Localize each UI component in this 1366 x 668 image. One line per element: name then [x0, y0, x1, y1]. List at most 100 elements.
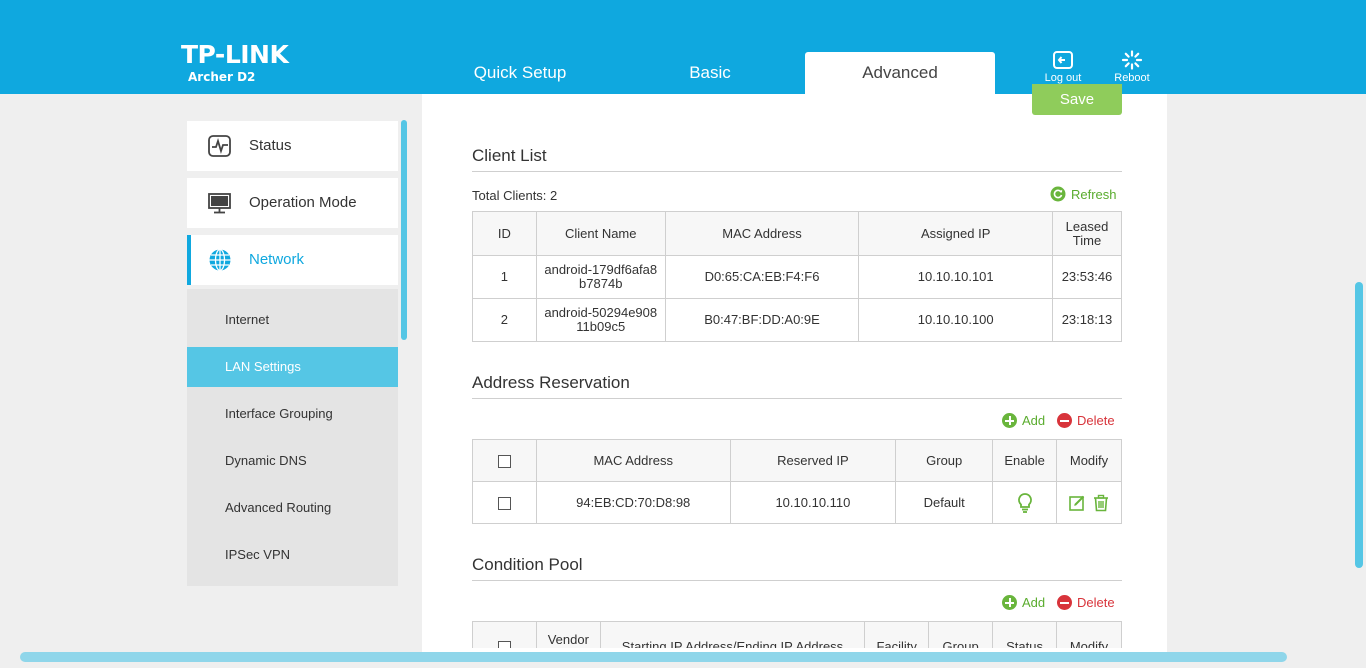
- reservation-table: MAC Address Reserved IP Group Enable Mod…: [472, 439, 1122, 524]
- monitor-icon: [208, 193, 231, 214]
- cell-lease: 23:53:46: [1052, 255, 1122, 299]
- reservation-add-button[interactable]: Add: [1002, 413, 1045, 428]
- add-label: Add: [1022, 413, 1046, 428]
- select-all-checkbox[interactable]: [497, 640, 511, 648]
- add-label: Add: [1022, 595, 1046, 610]
- submenu-ipsec-vpn[interactable]: IPSec VPN: [187, 535, 398, 575]
- total-clients: Total Clients: 2: [472, 188, 558, 203]
- table-header-row: ID Client Name MAC Address Assigned IP L…: [472, 211, 1122, 256]
- section-divider: [472, 171, 1122, 172]
- submenu-lan-settings[interactable]: LAN Settings: [187, 347, 398, 387]
- select-all-checkbox[interactable]: [497, 454, 511, 468]
- cell-group: Default: [895, 481, 994, 524]
- address-reservation-title: Address Reservation: [472, 373, 630, 392]
- lightbulb-icon[interactable]: [1017, 492, 1033, 514]
- logout-button[interactable]: Log out: [1038, 50, 1088, 84]
- col-group: Group: [928, 621, 994, 648]
- network-submenu: Internet LAN Settings Interface Grouping…: [187, 289, 398, 586]
- sidebar-item-status[interactable]: Status: [187, 121, 398, 171]
- globe-icon: [209, 248, 231, 272]
- section-divider: [472, 398, 1122, 399]
- add-icon: [1002, 413, 1017, 428]
- logout-icon: [1053, 51, 1073, 69]
- client-table: ID Client Name MAC Address Assigned IP L…: [472, 211, 1122, 342]
- top-header: TP-LINK Archer D2 Quick Setup Basic Adva…: [0, 0, 1366, 94]
- col-group: Group: [895, 439, 994, 482]
- cell-lease: 23:18:13: [1052, 298, 1122, 342]
- sidebar-item-label: Network: [249, 251, 305, 268]
- reboot-icon: [1121, 50, 1143, 70]
- col-leased-time: Leased Time: [1052, 211, 1122, 256]
- status-icon: [208, 135, 231, 157]
- reboot-button[interactable]: Reboot: [1107, 50, 1157, 84]
- tplink-logo: TP-LINK: [181, 40, 289, 69]
- submenu-dynamic-dns[interactable]: Dynamic DNS: [187, 441, 398, 481]
- cell-client-name: android-179df6afa8 b7874b: [535, 255, 666, 299]
- sidebar-scrollbar[interactable]: [401, 120, 407, 340]
- refresh-label: Refresh: [1071, 186, 1117, 202]
- cell-mac: B0:47:BF:DD:A0:9E: [664, 298, 860, 342]
- tab-quick-setup[interactable]: Quick Setup: [425, 52, 615, 94]
- cell-reserved-ip: 10.10.10.110: [729, 481, 897, 524]
- reservation-delete-button[interactable]: Delete: [1057, 413, 1115, 428]
- trash-icon[interactable]: [1092, 494, 1110, 512]
- cell-select: [472, 481, 537, 524]
- table-row: 1 android-179df6afa8 b7874b D0:65:CA:EB:F…: [472, 255, 1122, 299]
- col-assigned-ip: Assigned IP: [858, 211, 1053, 256]
- delete-icon: [1057, 413, 1072, 428]
- table-row: 94:EB:CD:70:D8:98 10.10.10.110 Default: [472, 481, 1122, 524]
- delete-icon: [1057, 595, 1072, 610]
- col-mac-address: MAC Address: [535, 439, 731, 482]
- pool-delete-button[interactable]: Delete: [1057, 595, 1115, 610]
- cell-id: 2: [472, 298, 537, 342]
- pool-add-button[interactable]: Add: [1002, 595, 1045, 610]
- cell-enable: [992, 481, 1058, 524]
- col-modify: Modify: [1056, 621, 1122, 648]
- page-vertical-scrollbar[interactable]: [1355, 282, 1363, 568]
- cell-ip: 10.10.10.100: [858, 298, 1053, 342]
- tab-basic[interactable]: Basic: [615, 52, 805, 94]
- logout-label: Log out: [1044, 72, 1082, 84]
- cell-mac: 94:EB:CD:70:D8:98: [535, 481, 731, 524]
- cell-mac: D0:65:CA:EB:F4:F6: [664, 255, 860, 299]
- section-divider: [472, 580, 1122, 581]
- col-enable: Enable: [992, 439, 1058, 482]
- condition-pool-table: VendorID Starting IP Address/Ending IP A…: [472, 621, 1122, 648]
- col-facility: Facility: [864, 621, 930, 648]
- table-header-row: VendorID Starting IP Address/Ending IP A…: [472, 621, 1122, 648]
- delete-label: Delete: [1077, 595, 1115, 610]
- model-name: Archer D2: [188, 70, 256, 84]
- col-reserved-ip: Reserved IP: [729, 439, 897, 482]
- table-header-row: MAC Address Reserved IP Group Enable Mod…: [472, 439, 1122, 482]
- submenu-interface-grouping[interactable]: Interface Grouping: [187, 394, 398, 434]
- save-button[interactable]: Save: [1032, 84, 1122, 115]
- col-select: [472, 439, 537, 482]
- refresh-button[interactable]: Refresh: [1050, 186, 1117, 202]
- reboot-label: Reboot: [1114, 72, 1150, 84]
- cell-id: 1: [472, 255, 537, 299]
- submenu-internet[interactable]: Internet: [187, 300, 398, 340]
- submenu-advanced-routing[interactable]: Advanced Routing: [187, 488, 398, 528]
- condition-pool-table-clip: VendorID Starting IP Address/Ending IP A…: [472, 621, 1122, 648]
- col-vendor-id: VendorID: [535, 621, 601, 648]
- sidebar-item-label: Status: [249, 137, 292, 154]
- col-client-name: Client Name: [535, 211, 666, 256]
- cell-modify: [1056, 481, 1122, 524]
- client-list-title: Client List: [472, 146, 547, 165]
- edit-icon[interactable]: [1068, 494, 1086, 512]
- row-checkbox[interactable]: [497, 496, 511, 510]
- sidebar-item-network[interactable]: Network: [187, 235, 398, 285]
- cell-ip: 10.10.10.101: [858, 255, 1053, 299]
- sidebar-item-operation-mode[interactable]: Operation Mode: [187, 178, 398, 228]
- col-modify: Modify: [1056, 439, 1122, 482]
- cell-client-name: android-50294e908 11b09c5: [535, 298, 666, 342]
- sidebar-item-label: Operation Mode: [249, 194, 357, 211]
- col-mac-address: MAC Address: [664, 211, 860, 256]
- tab-advanced[interactable]: Advanced: [805, 52, 995, 94]
- add-icon: [1002, 595, 1017, 610]
- col-status: Status: [992, 621, 1057, 648]
- page-horizontal-scrollbar[interactable]: [20, 652, 1287, 662]
- table-row: 2 android-50294e908 11b09c5 B0:47:BF:DD:A…: [472, 298, 1122, 342]
- delete-label: Delete: [1077, 413, 1115, 428]
- condition-pool-title: Condition Pool: [472, 555, 583, 574]
